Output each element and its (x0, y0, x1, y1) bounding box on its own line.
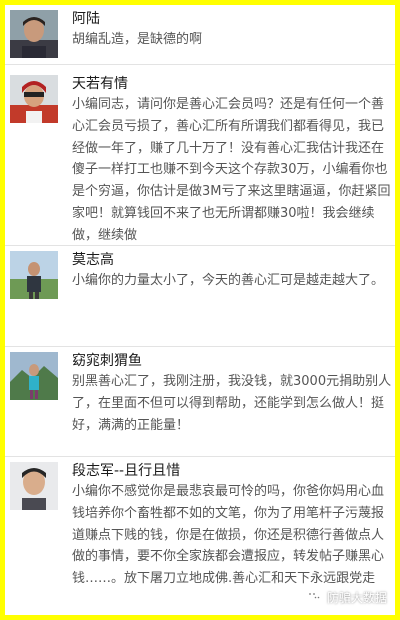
commenter-name[interactable]: 段志军--且行且惜 (72, 461, 180, 481)
comment-item: 天若有情 小编同志，请问你是善心汇会员吗？还是有任何一个善心汇会员亏损了，善心汇… (5, 70, 395, 246)
user-avatar-icon (10, 10, 58, 58)
commenter-name[interactable]: 天若有情 (72, 74, 128, 94)
comment-text: 小编同志，请问你是善心汇会员吗？还是有任何一个善心汇会员亏损了，善心汇所有所谓我… (72, 97, 391, 243)
user-avatar-icon (10, 352, 58, 400)
user-avatar[interactable] (10, 462, 58, 510)
user-avatar-icon (10, 75, 58, 123)
user-avatar[interactable] (10, 352, 58, 400)
comment-text: 别黑善心汇了，我刚注册，我没钱，就3000元捐助别人了，在里面不但可以得到帮助，… (72, 374, 392, 433)
comment-item: 段志军--且行且惜 小编你不感觉你是最悲哀最可怜的吗，你爸你妈用心血钱培养你个畜… (5, 457, 395, 615)
comment-item: 窈窕刺猬鱼 别黑善心汇了，我刚注册，我没钱，就3000元捐助别人了，在里面不但可… (5, 347, 395, 457)
commenter-name[interactable]: 莫志高 (72, 250, 114, 270)
comment-text: 胡编乱造，是缺德的啊 (72, 32, 203, 47)
commenter-name[interactable]: 窈窕刺猬鱼 (72, 351, 142, 371)
comment-list-frame: 阿陆 胡编乱造，是缺德的啊 天若有情 小编同志，请问你是善心汇会员吗？还是有任何… (0, 0, 400, 620)
commenter-name[interactable]: 阿陆 (72, 9, 100, 29)
user-avatar-icon (10, 462, 58, 510)
comment-item: 莫志高 小编你的力量太小了，今天的善心汇可是越走越大了。 (5, 246, 395, 347)
comment-text: 小编你的力量太小了，今天的善心汇可是越走越大了。 (72, 273, 385, 288)
comment-text: 小编你不感觉你是最悲哀最可怜的吗，你爸你妈用心血钱培养你个畜牲都不如的文笔，你为… (72, 484, 385, 587)
user-avatar[interactable] (10, 75, 58, 123)
user-avatar[interactable] (10, 10, 58, 58)
user-avatar-icon (10, 251, 58, 299)
user-avatar[interactable] (10, 251, 58, 299)
comment-item: 阿陆 胡编乱造，是缺德的啊 (5, 5, 395, 65)
